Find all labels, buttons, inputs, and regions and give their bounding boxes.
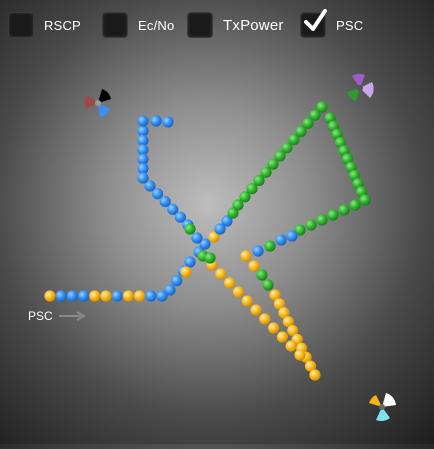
- measurement-point[interactable]: [89, 290, 101, 302]
- measurement-point[interactable]: [316, 101, 328, 113]
- measurement-point[interactable]: [215, 268, 227, 280]
- measurement-point[interactable]: [338, 204, 350, 216]
- measurement-point[interactable]: [137, 172, 149, 184]
- checkbox-label: TxPower: [223, 16, 284, 34]
- measurement-point[interactable]: [150, 115, 162, 127]
- psc-legend: PSC: [28, 309, 87, 323]
- measurement-point[interactable]: [191, 232, 203, 244]
- txpower-checkbox[interactable]: TxPower: [187, 11, 284, 39]
- measurement-point[interactable]: [184, 256, 196, 268]
- measurement-point[interactable]: [305, 219, 317, 231]
- ecno-checkbox[interactable]: Ec/No: [102, 11, 174, 39]
- measurement-point[interactable]: [248, 260, 260, 272]
- measurement-point[interactable]: [327, 209, 339, 221]
- measurement-point[interactable]: [137, 115, 149, 127]
- measurement-point[interactable]: [145, 290, 157, 302]
- measurement-point[interactable]: [309, 369, 321, 381]
- measurement-point[interactable]: [286, 230, 298, 242]
- checkbox-box[interactable]: [300, 9, 327, 38]
- checkmark-icon: [304, 9, 327, 31]
- measurement-point[interactable]: [349, 199, 361, 211]
- measurement-point[interactable]: [162, 116, 174, 128]
- measurement-point[interactable]: [180, 266, 192, 278]
- measurement-point[interactable]: [122, 290, 134, 302]
- measurement-point[interactable]: [55, 290, 67, 302]
- measurement-point[interactable]: [275, 234, 287, 246]
- measurement-point[interactable]: [240, 250, 252, 262]
- cell-site-icon[interactable]: [342, 70, 378, 106]
- checkbox-label: RSCP: [44, 17, 81, 33]
- measurement-point[interactable]: [264, 240, 276, 252]
- legend-label: PSC: [28, 309, 53, 323]
- cell-site-icon[interactable]: [80, 85, 116, 121]
- measurement-point[interactable]: [164, 284, 176, 296]
- measurement-point[interactable]: [259, 313, 271, 325]
- checkbox-label: Ec/No: [138, 17, 175, 33]
- checkbox-label: PSC: [336, 17, 364, 33]
- measurement-point[interactable]: [256, 269, 268, 281]
- measurement-point[interactable]: [241, 295, 253, 307]
- measurement-point[interactable]: [250, 304, 262, 316]
- measurement-point[interactable]: [262, 279, 274, 291]
- measurement-point[interactable]: [294, 349, 306, 361]
- measurement-point[interactable]: [359, 194, 371, 206]
- drive-route: [44, 101, 371, 381]
- layer-toolbar: RSCP Ec/No TxPower PSC: [0, 0, 434, 50]
- measurement-point[interactable]: [224, 277, 236, 289]
- drive-test-map[interactable]: [0, 0, 434, 444]
- measurement-point[interactable]: [268, 322, 280, 334]
- measurement-point[interactable]: [276, 331, 288, 343]
- measurement-point[interactable]: [184, 223, 196, 235]
- checkbox-box[interactable]: [102, 12, 128, 38]
- measurement-point[interactable]: [204, 252, 216, 264]
- measurement-point[interactable]: [100, 290, 112, 302]
- measurement-point[interactable]: [66, 290, 78, 302]
- psc-checkbox[interactable]: PSC: [300, 9, 364, 39]
- rscp-checkbox[interactable]: RSCP: [8, 11, 81, 39]
- measurement-point[interactable]: [316, 214, 328, 226]
- measurement-point[interactable]: [134, 290, 146, 302]
- measurement-point[interactable]: [111, 290, 123, 302]
- measurement-point[interactable]: [44, 290, 56, 302]
- measurement-point[interactable]: [232, 286, 244, 298]
- measurement-point[interactable]: [252, 245, 264, 257]
- measurement-point[interactable]: [78, 290, 90, 302]
- measurement-point[interactable]: [171, 275, 183, 287]
- measurement-point[interactable]: [285, 340, 297, 352]
- cell-site-icon[interactable]: [364, 389, 400, 425]
- checkbox-box[interactable]: [8, 12, 34, 38]
- checkbox-box[interactable]: [187, 12, 213, 38]
- arrow-right-icon: [58, 311, 86, 321]
